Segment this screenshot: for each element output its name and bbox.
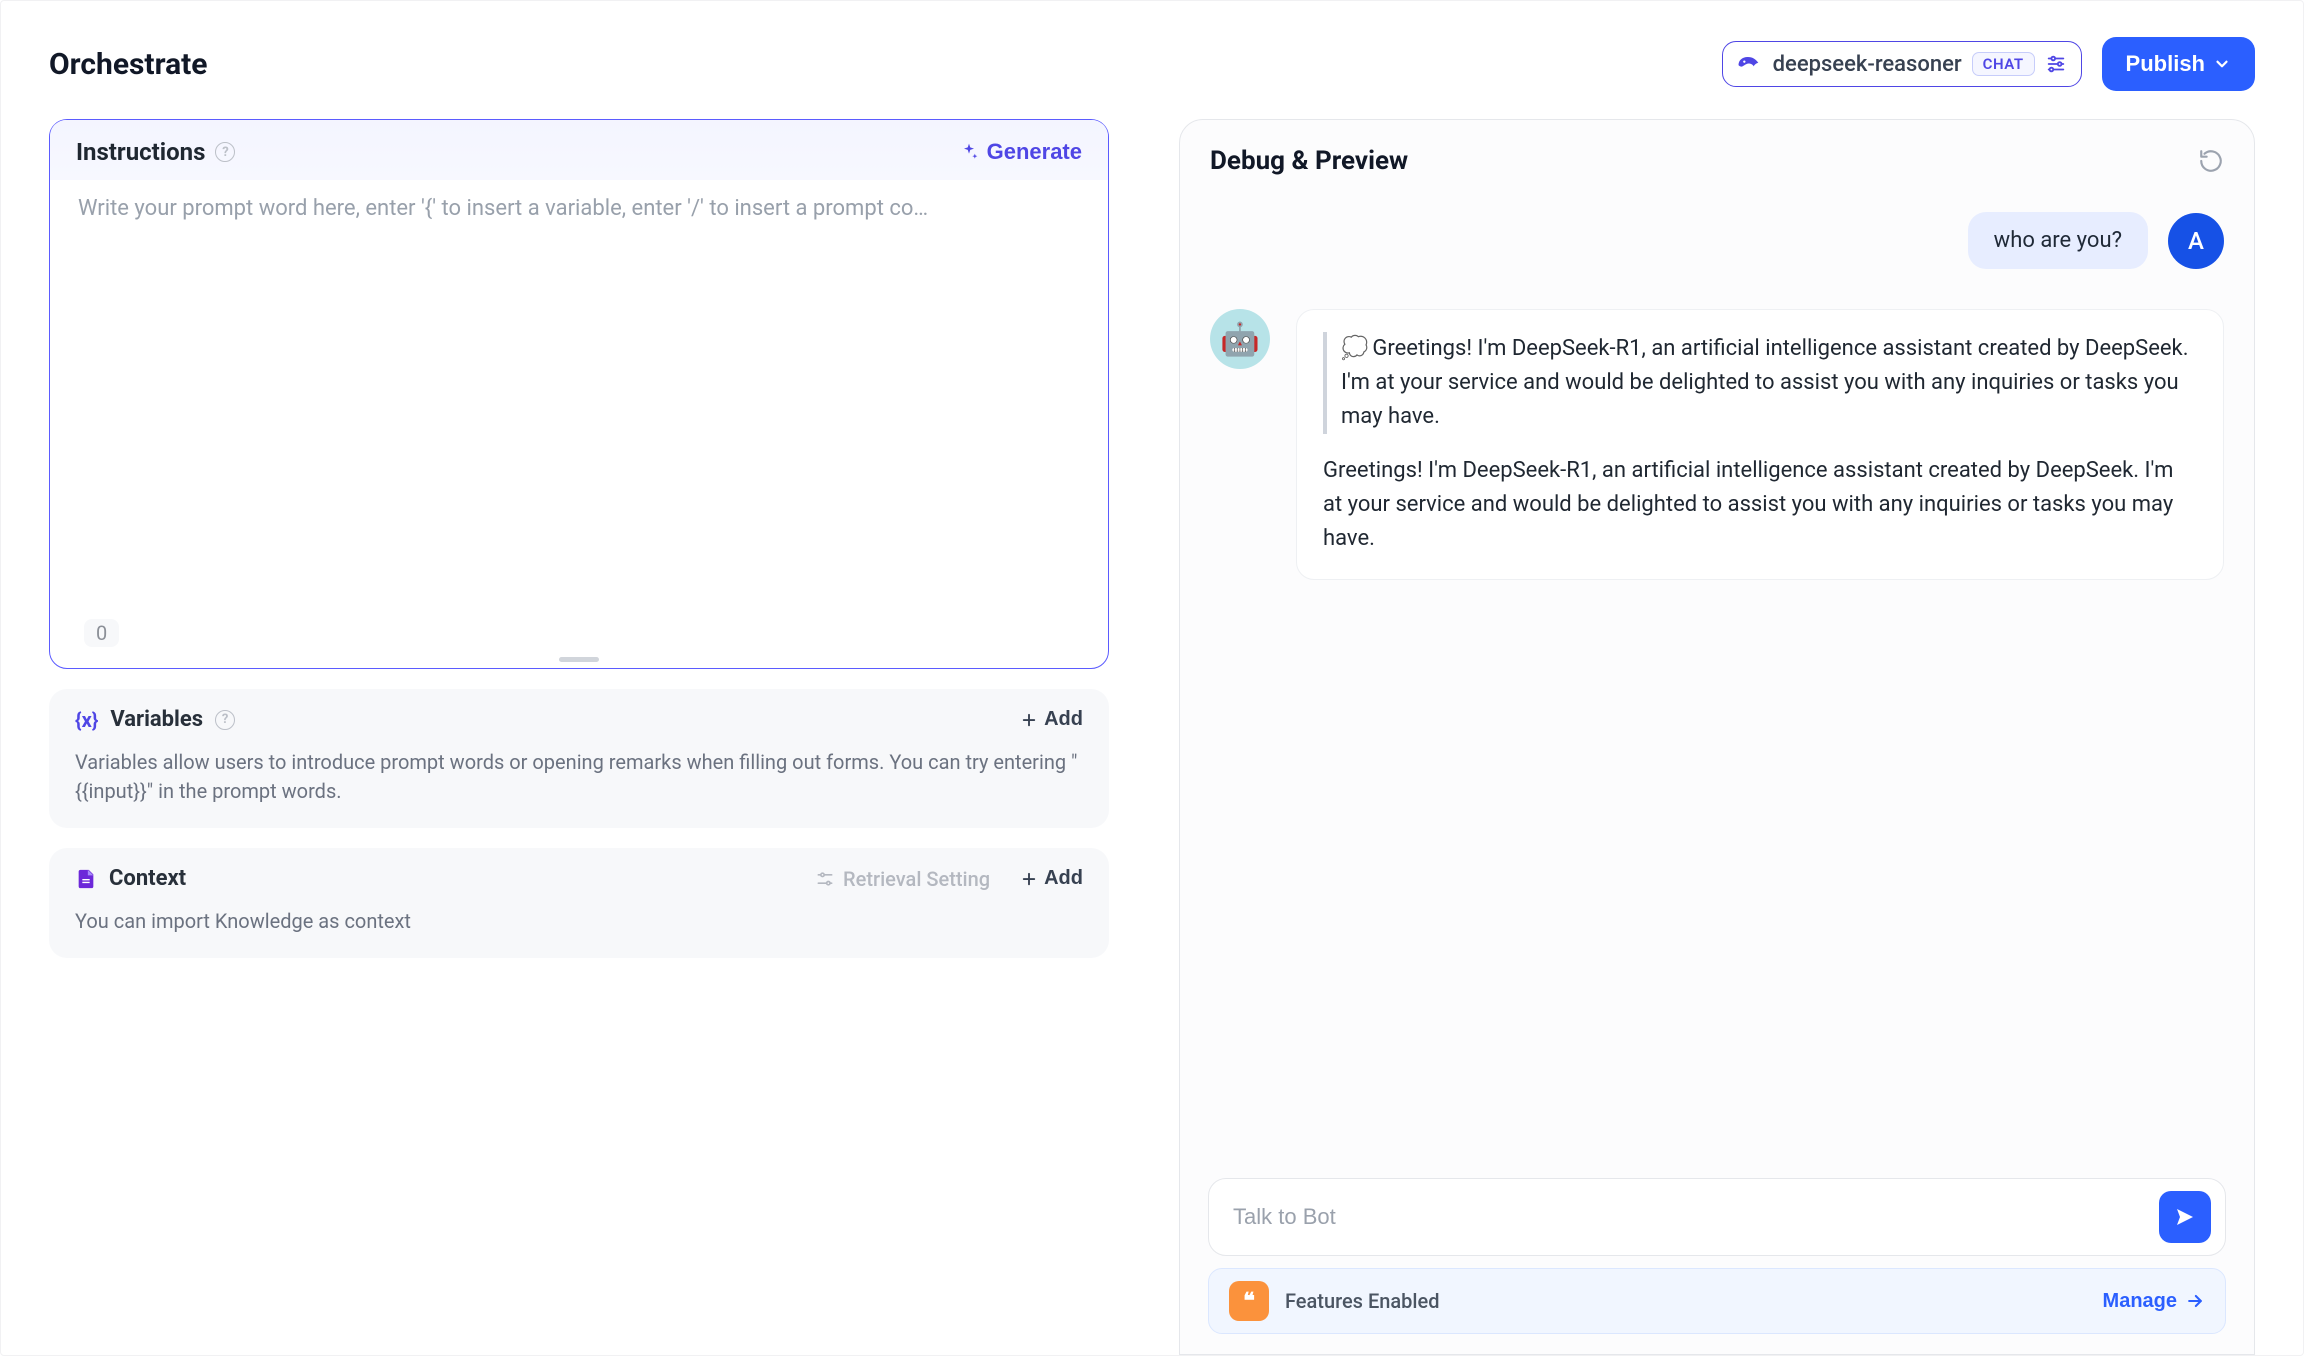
bot-message-row: 🤖 💭Greetings! I'm DeepSeek-R1, an artifi… [1210, 309, 2224, 580]
bot-avatar: 🤖 [1210, 309, 1270, 369]
chat-mode-badge: CHAT [1972, 52, 2035, 76]
preview-title: Debug & Preview [1210, 146, 1408, 176]
instructions-card: Instructions ? Generate 0 [49, 119, 1109, 669]
bot-quote-text: Greetings! I'm DeepSeek-R1, an artificia… [1341, 336, 2189, 429]
refresh-button[interactable] [2198, 148, 2224, 174]
user-avatar: A [2168, 213, 2224, 269]
chevron-down-icon [2213, 55, 2231, 73]
add-context-button[interactable]: Add [1020, 867, 1083, 890]
instructions-header: Instructions ? Generate [50, 120, 1108, 180]
chat-scroll-area[interactable]: who are you? A 🤖 💭Greetings! I'm DeepSee… [1180, 188, 2254, 1178]
sliders-icon [815, 869, 835, 889]
thought-icon: 💭 [1341, 336, 1368, 361]
retrieval-setting-button[interactable]: Retrieval Setting [815, 867, 990, 891]
user-message-bubble: who are you? [1968, 212, 2148, 269]
context-card: Context Retrieval Setting Add You can im [49, 848, 1109, 958]
variables-card: {x} Variables ? Add Variables allow user… [49, 689, 1109, 828]
publish-label: Publish [2126, 51, 2205, 77]
instructions-title-wrap: Instructions ? [76, 138, 235, 166]
instructions-textarea[interactable] [78, 196, 1080, 637]
context-title-wrap: Context [75, 866, 186, 891]
context-title: Context [109, 866, 186, 891]
header-actions: deepseek-reasoner CHAT Publish [1722, 37, 2255, 91]
header-bar: Orchestrate deepseek-reasoner CHAT Publi… [49, 25, 2255, 119]
variables-actions: Add [1020, 708, 1083, 731]
bot-message-bubble: 💭Greetings! I'm DeepSeek-R1, an artifici… [1296, 309, 2224, 580]
help-icon[interactable]: ? [215, 710, 235, 730]
preview-panel: Debug & Preview who are you? A 🤖 💭Greeti… [1179, 119, 2255, 1355]
left-column: Instructions ? Generate 0 [49, 119, 1109, 1355]
manage-features-button[interactable]: Manage [2103, 1290, 2205, 1313]
publish-button[interactable]: Publish [2102, 37, 2255, 91]
model-name: deepseek-reasoner [1773, 52, 1962, 77]
features-bar: ❝ Features Enabled Manage [1208, 1268, 2226, 1334]
variables-title-wrap: {x} Variables ? [75, 707, 235, 732]
send-icon [2173, 1205, 2197, 1229]
variables-header: {x} Variables ? Add [75, 707, 1083, 732]
refresh-icon [2198, 148, 2224, 174]
whale-icon [1735, 50, 1763, 78]
add-variable-button[interactable]: Add [1020, 708, 1083, 731]
bot-thought-block: 💭Greetings! I'm DeepSeek-R1, an artifici… [1323, 332, 2197, 434]
app-root: Orchestrate deepseek-reasoner CHAT Publi… [0, 0, 2304, 1356]
user-message-row: who are you? A [1210, 212, 2224, 269]
features-label: Features Enabled [1285, 1289, 1439, 1313]
instructions-title: Instructions [76, 138, 205, 166]
variables-icon: {x} [75, 708, 98, 732]
retrieval-setting-label: Retrieval Setting [843, 867, 990, 891]
context-actions: Retrieval Setting Add [815, 867, 1083, 891]
instructions-body: 0 [64, 180, 1094, 653]
page-title: Orchestrate [49, 47, 208, 82]
document-icon [75, 868, 97, 890]
preview-header: Debug & Preview [1180, 120, 2254, 188]
manage-label: Manage [2103, 1290, 2177, 1313]
variables-title: Variables [110, 707, 203, 732]
chat-input-row [1208, 1178, 2226, 1256]
plus-icon [1020, 711, 1038, 729]
context-description: You can import Knowledge as context [75, 907, 1083, 936]
chat-input[interactable] [1233, 1204, 2145, 1230]
model-settings-icon [2045, 53, 2067, 75]
help-icon[interactable]: ? [215, 142, 235, 162]
resize-handle[interactable] [559, 657, 599, 662]
arrow-right-icon [2185, 1291, 2205, 1311]
char-count: 0 [84, 619, 119, 647]
sparkle-icon [959, 142, 979, 162]
variables-description: Variables allow users to introduce promp… [75, 748, 1083, 806]
model-selector[interactable]: deepseek-reasoner CHAT [1722, 41, 2082, 87]
send-button[interactable] [2159, 1191, 2211, 1243]
generate-button[interactable]: Generate [959, 139, 1082, 165]
context-header: Context Retrieval Setting Add [75, 866, 1083, 891]
generate-label: Generate [987, 139, 1082, 165]
plus-icon [1020, 870, 1038, 888]
quote-badge-icon: ❝ [1229, 1281, 1269, 1321]
add-variable-label: Add [1044, 708, 1083, 731]
bot-response-text: Greetings! I'm DeepSeek-R1, an artificia… [1323, 454, 2197, 556]
add-context-label: Add [1044, 867, 1083, 890]
main-area: Instructions ? Generate 0 [49, 119, 2255, 1355]
features-left: ❝ Features Enabled [1229, 1281, 1439, 1321]
